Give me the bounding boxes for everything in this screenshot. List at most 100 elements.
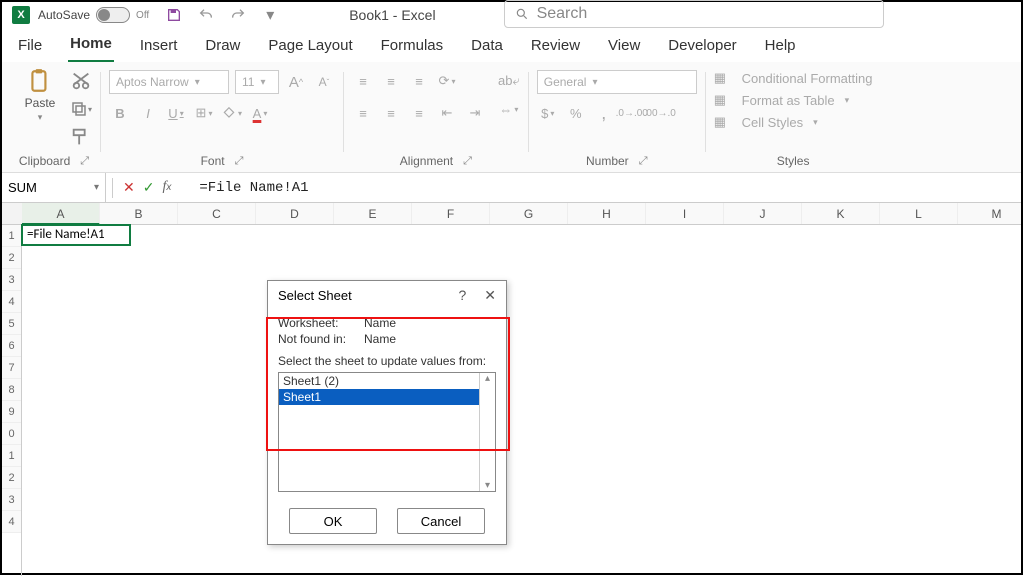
column-header[interactable]: A xyxy=(22,203,100,225)
select-all-corner[interactable] xyxy=(2,203,22,225)
column-header[interactable]: F xyxy=(412,203,490,224)
increase-font-icon[interactable]: A^ xyxy=(285,71,307,93)
column-header[interactable]: J xyxy=(724,203,802,224)
tab-help[interactable]: Help xyxy=(763,33,798,62)
save-icon[interactable] xyxy=(163,4,185,26)
row-header[interactable]: 8 xyxy=(2,379,21,401)
tab-file[interactable]: File xyxy=(16,33,44,62)
row-header[interactable]: 3 xyxy=(2,489,21,511)
tab-data[interactable]: Data xyxy=(469,33,505,62)
indent-inc-icon[interactable]: ⇥ xyxy=(464,102,486,124)
font-size-combo[interactable]: 11▾ xyxy=(235,70,279,94)
underline-button[interactable]: U▾ xyxy=(165,102,187,124)
spreadsheet-grid[interactable]: 1 2 3 4 5 6 7 8 9 0 1 2 3 4 A B C D E F … xyxy=(2,203,1021,576)
column-header[interactable]: E xyxy=(334,203,412,224)
column-header[interactable]: I xyxy=(646,203,724,224)
row-header[interactable]: 3 xyxy=(2,269,21,291)
column-header[interactable]: L xyxy=(880,203,958,224)
cut-icon[interactable] xyxy=(70,70,92,92)
tab-home[interactable]: Home xyxy=(68,31,114,62)
row-header[interactable]: 0 xyxy=(2,423,21,445)
align-right-icon[interactable]: ≡ xyxy=(408,102,430,124)
tab-formulas[interactable]: Formulas xyxy=(379,33,446,62)
row-header[interactable]: 4 xyxy=(2,511,21,533)
tab-developer[interactable]: Developer xyxy=(666,33,738,62)
listbox-scrollbar[interactable]: ▴▾ xyxy=(479,373,495,491)
column-header[interactable]: H xyxy=(568,203,646,224)
conditional-formatting-button[interactable]: ▦ Conditional Formatting xyxy=(714,70,873,86)
formula-input[interactable]: =File Name!A1 xyxy=(199,180,1021,196)
align-center-icon[interactable]: ≡ xyxy=(380,102,402,124)
redo-icon[interactable] xyxy=(227,4,249,26)
clipboard-launcher-icon[interactable]: ⤢ xyxy=(80,155,89,168)
align-left-icon[interactable]: ≡ xyxy=(352,102,374,124)
currency-icon[interactable]: $▾ xyxy=(537,102,559,124)
row-header[interactable]: 2 xyxy=(2,467,21,489)
number-launcher-icon[interactable]: ⤢ xyxy=(639,155,648,168)
qat-dropdown-icon[interactable]: ▾ xyxy=(259,4,281,26)
cancel-formula-icon[interactable]: ✕ xyxy=(123,179,135,196)
cell-styles-button[interactable]: ▦ Cell Styles▾ xyxy=(714,114,873,130)
increase-decimal-icon[interactable]: .0→.00 xyxy=(621,102,643,124)
autosave-toggle[interactable]: AutoSave Off xyxy=(38,7,149,23)
column-header[interactable]: C xyxy=(178,203,256,224)
orientation-icon[interactable]: ⟳▾ xyxy=(436,70,458,92)
indent-dec-icon[interactable]: ⇤ xyxy=(436,102,458,124)
ok-button[interactable]: OK xyxy=(289,508,377,534)
row-header[interactable]: 5 xyxy=(2,313,21,335)
percent-icon[interactable]: % xyxy=(565,102,587,124)
font-name-combo[interactable]: Aptos Narrow▾ xyxy=(109,70,229,94)
name-box[interactable]: SUM ▾ xyxy=(2,173,106,202)
alignment-launcher-icon[interactable]: ⤢ xyxy=(463,155,472,168)
italic-button[interactable]: I xyxy=(137,102,159,124)
tab-review[interactable]: Review xyxy=(529,33,582,62)
align-top-icon[interactable]: ≡ xyxy=(352,70,374,92)
format-as-table-button[interactable]: ▦ Format as Table▾ xyxy=(714,92,873,108)
paste-button[interactable]: Paste ▾ xyxy=(16,68,64,123)
bold-button[interactable]: B xyxy=(109,102,131,124)
row-header[interactable]: 1 xyxy=(2,445,21,467)
border-button[interactable]: ⊞▾ xyxy=(193,102,215,124)
copy-icon[interactable]: ▾ xyxy=(70,98,92,120)
font-launcher-icon[interactable]: ⤢ xyxy=(235,155,244,168)
column-header[interactable]: B xyxy=(100,203,178,224)
font-color-button[interactable]: A▾ xyxy=(249,102,271,124)
align-middle-icon[interactable]: ≡ xyxy=(380,70,402,92)
search-box[interactable]: Search xyxy=(504,0,884,28)
column-header[interactable]: M xyxy=(958,203,1021,224)
comma-icon[interactable]: , xyxy=(593,102,615,124)
row-header[interactable]: 1 xyxy=(2,225,21,247)
tab-page-layout[interactable]: Page Layout xyxy=(266,33,354,62)
tab-view[interactable]: View xyxy=(606,33,642,62)
list-item[interactable]: Sheet1 (2) xyxy=(279,373,479,389)
active-cell[interactable]: =File Name!A1 xyxy=(21,224,131,246)
sheet-listbox[interactable]: Sheet1 (2) Sheet1 ▴▾ xyxy=(278,372,496,492)
insert-function-icon[interactable]: fx xyxy=(162,179,171,196)
scroll-down-icon[interactable]: ▾ xyxy=(485,480,490,491)
tab-insert[interactable]: Insert xyxy=(138,33,180,62)
number-format-combo[interactable]: General▾ xyxy=(537,70,697,94)
cancel-button[interactable]: Cancel xyxy=(397,508,485,534)
row-header[interactable]: 4 xyxy=(2,291,21,313)
list-item[interactable]: Sheet1 xyxy=(279,389,479,405)
row-header[interactable]: 2 xyxy=(2,247,21,269)
wrap-text-button[interactable]: ab⤶ xyxy=(498,70,520,92)
merge-button[interactable]: ⇔▾ xyxy=(498,98,520,120)
row-header[interactable]: 6 xyxy=(2,335,21,357)
format-painter-icon[interactable] xyxy=(70,126,92,148)
column-header[interactable]: G xyxy=(490,203,568,224)
column-header[interactable]: K xyxy=(802,203,880,224)
enter-formula-icon[interactable]: ✓ xyxy=(143,179,155,196)
tab-draw[interactable]: Draw xyxy=(203,33,242,62)
row-header[interactable]: 9 xyxy=(2,401,21,423)
dialog-close-icon[interactable]: ✕ xyxy=(484,287,496,304)
undo-icon[interactable] xyxy=(195,4,217,26)
column-header[interactable]: D xyxy=(256,203,334,224)
decrease-decimal-icon[interactable]: .00→.0 xyxy=(649,102,671,124)
namebox-dropdown-icon[interactable]: ▾ xyxy=(94,182,99,193)
align-bottom-icon[interactable]: ≡ xyxy=(408,70,430,92)
fill-color-button[interactable]: ▾ xyxy=(221,102,243,124)
dialog-help-icon[interactable]: ? xyxy=(458,287,466,304)
decrease-font-icon[interactable]: Aˇ xyxy=(313,71,335,93)
toggle-icon[interactable] xyxy=(96,7,130,23)
